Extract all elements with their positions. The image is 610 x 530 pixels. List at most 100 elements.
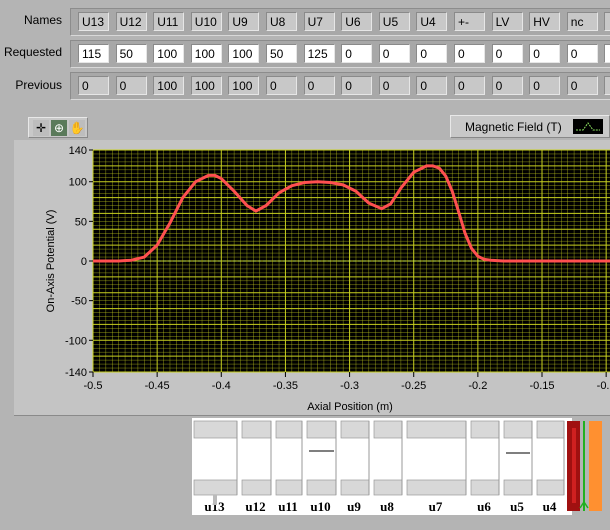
- electrode-bottom-u12: [241, 479, 272, 496]
- x-tick-label: -0.2: [468, 380, 487, 392]
- electrode-top-u12: [241, 420, 272, 439]
- x-tick-label: -0.45: [145, 380, 170, 392]
- previous-cell-11: 0: [491, 76, 523, 95]
- plot-legend[interactable]: Magnetic Field (T): [450, 115, 610, 138]
- previous-cell-14: [604, 76, 610, 95]
- requested-cell-6[interactable]: 125: [303, 44, 335, 63]
- previous-cell-2: 100: [153, 76, 185, 95]
- requested-cell-8[interactable]: 0: [378, 44, 410, 63]
- electrode-bottom-u4: [536, 479, 565, 496]
- y-tick-label: 140: [69, 145, 87, 157]
- x-tick-label: -0.15: [529, 380, 554, 392]
- names-cell-0: U13: [78, 12, 109, 31]
- previous-cell-9: 0: [416, 76, 448, 95]
- electrode-label-u6: u6: [477, 499, 491, 514]
- y-tick-label: -50: [71, 296, 87, 308]
- electrode-label-u12: u12: [245, 499, 265, 514]
- names-cell-9: U4: [416, 12, 448, 31]
- electrode-top-u13: [193, 420, 238, 439]
- previous-cell-13: 0: [566, 76, 598, 95]
- requested-cell-2[interactable]: 100: [153, 44, 185, 63]
- names-label: Names: [23, 13, 62, 27]
- x-axis-label: Axial Position (m): [307, 401, 393, 413]
- requested-label: Requested: [3, 45, 62, 59]
- electrode-top-u7: [406, 420, 467, 439]
- electrode-bottom-u8: [373, 479, 403, 496]
- u13-stem: [213, 495, 217, 505]
- electrode-bottom-u7: [406, 479, 467, 496]
- requested-cell-14[interactable]: [604, 44, 610, 63]
- names-cell-14: [604, 12, 610, 31]
- previous-cell-0: 0: [78, 76, 109, 95]
- trap-schematic: u13 u12 u11 u10 u9 u8 u7 u6 u5 u4: [192, 418, 602, 515]
- names-cell-4: U9: [228, 12, 260, 31]
- electrode-label-u11: u11: [278, 499, 298, 514]
- requested-cell-13[interactable]: 0: [566, 44, 598, 63]
- potential-chart[interactable]: -0.5 -0.45 -0.4 -0.35 -0.3 -0.25 -0.2 -0.15 -0. 1…: [0, 140, 610, 415]
- requested-cell-0[interactable]: 115: [78, 44, 109, 63]
- previous-label: Previous: [15, 78, 62, 92]
- names-cell-6: U7: [303, 12, 335, 31]
- electrode-top-u6: [470, 420, 500, 439]
- previous-cell-6: 0: [303, 76, 335, 95]
- previous-cell-4: 100: [228, 76, 260, 95]
- requested-cell-9[interactable]: 0: [416, 44, 448, 63]
- y-tick-label: -100: [65, 335, 87, 347]
- requested-cell-3[interactable]: 100: [190, 44, 222, 63]
- x-tick-label: -0.3: [340, 380, 359, 392]
- x-tick-label: -0.35: [273, 380, 298, 392]
- names-cell-8: U5: [378, 12, 410, 31]
- electrode-label-u10: u10: [310, 499, 330, 514]
- electrode-bottom-u11: [275, 479, 303, 496]
- previous-cell-12: 0: [529, 76, 561, 95]
- beam-line-green: [583, 421, 585, 511]
- requested-cell-1[interactable]: 50: [115, 44, 147, 63]
- requested-cell-10[interactable]: 0: [454, 44, 485, 63]
- legend-swatch-icon: [573, 119, 603, 134]
- requested-cell-7[interactable]: 0: [341, 44, 373, 63]
- previous-cell-7: 0: [341, 76, 373, 95]
- requested-cell-5[interactable]: 50: [266, 44, 297, 63]
- electrode-bottom-u6: [470, 479, 500, 496]
- x-tick-label: -0.1: [597, 380, 610, 392]
- electrode-label-u5: u5: [510, 499, 524, 514]
- names-cell-7: U6: [341, 12, 373, 31]
- requested-cell-12[interactable]: 0: [529, 44, 561, 63]
- y-tick-label: -140: [65, 367, 87, 379]
- electrode-top-u4: [536, 420, 565, 439]
- electrode-label-u7: u7: [429, 499, 443, 514]
- previous-cell-8: 0: [378, 76, 410, 95]
- electrode-bottom-u5: [503, 479, 533, 496]
- x-tick-label: -0.25: [401, 380, 426, 392]
- x-tick-label: -0.4: [212, 380, 231, 392]
- crosshair-cursor-icon[interactable]: ✛: [33, 119, 49, 136]
- y-tick-label: 100: [69, 177, 87, 189]
- y-axis-label: On-Axis Potential (V): [45, 210, 57, 313]
- y-tick-label: 0: [81, 256, 87, 268]
- previous-cell-1: 0: [115, 76, 147, 95]
- previous-cell-5: 0: [266, 76, 297, 95]
- previous-cell-10: 0: [454, 76, 485, 95]
- names-cell-12: HV: [529, 12, 561, 31]
- electrode-top-u8: [373, 420, 403, 439]
- requested-cell-4[interactable]: 100: [228, 44, 260, 63]
- end-electrode-inner: [572, 428, 576, 503]
- requested-cell-11[interactable]: 0: [491, 44, 523, 63]
- zoom-icon[interactable]: ⊕: [51, 119, 67, 136]
- graph-palette: ✛ ⊕ ✋: [28, 117, 88, 138]
- electrode-label-u4: u4: [543, 499, 557, 514]
- names-cell-5: U8: [266, 12, 297, 31]
- electrode-top-u11: [275, 420, 303, 439]
- names-cell-3: U10: [190, 12, 222, 31]
- electrode-label-u8: u8: [380, 499, 394, 514]
- names-cell-10: +-: [454, 12, 485, 31]
- end-electrode-orange: [589, 421, 602, 511]
- electrode-bottom-u9: [340, 479, 370, 496]
- electrode-top-u10: [306, 420, 337, 439]
- electrode-bottom-u13: [193, 479, 238, 496]
- legend-label: Magnetic Field (T): [465, 120, 562, 134]
- electrode-top-u9: [340, 420, 370, 439]
- names-cell-2: U11: [153, 12, 185, 31]
- previous-cell-3: 100: [190, 76, 222, 95]
- pan-hand-icon[interactable]: ✋: [69, 119, 85, 136]
